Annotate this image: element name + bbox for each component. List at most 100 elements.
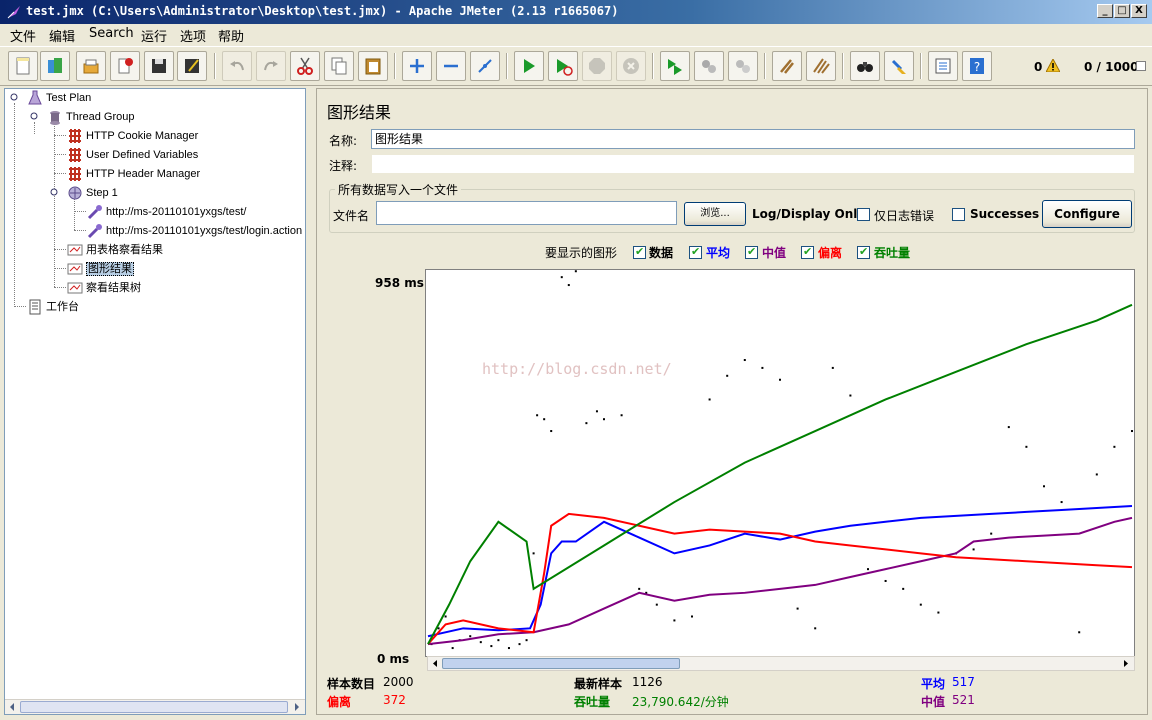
tree-expander-icon[interactable]	[50, 188, 58, 196]
scroll-left-icon[interactable]	[6, 701, 19, 713]
series-median-line	[427, 516, 1133, 646]
scrollbar-thumb[interactable]	[20, 701, 288, 713]
stop-button[interactable]	[582, 51, 612, 81]
menu-run[interactable]: 运行	[141, 26, 167, 45]
running-status-indicator	[1136, 61, 1146, 71]
menu-search[interactable]: Search	[89, 26, 134, 41]
data-point	[585, 422, 588, 425]
errors-only-checkbox[interactable]	[857, 208, 870, 221]
remote-stop-button[interactable]	[694, 51, 724, 81]
browse-button[interactable]: 浏览...	[684, 202, 746, 226]
show-average-label: 平均	[706, 246, 731, 260]
tree-node-workbench[interactable]: 工作台	[27, 298, 79, 316]
sample-count-label: 样本数目	[327, 677, 376, 691]
graphs-to-display-label: 要显示的图形	[545, 246, 618, 260]
data-point	[444, 615, 447, 618]
menu-edit[interactable]: 编辑	[49, 26, 75, 45]
tree-node-test-plan[interactable]: Test Plan	[27, 89, 91, 107]
close-button[interactable]	[110, 51, 140, 81]
collapse-all-button[interactable]	[436, 51, 466, 81]
tree-node-thread-group[interactable]: Thread Group	[47, 108, 134, 126]
tree-node-user-defined-variables[interactable]: User Defined Variables	[67, 146, 198, 164]
tree-connector	[54, 154, 66, 155]
menu-options[interactable]: 选项	[180, 26, 206, 45]
function-helper-button[interactable]	[928, 51, 958, 81]
shutdown-button[interactable]	[616, 51, 646, 81]
data-point	[560, 276, 563, 279]
toolbar: ? 0 0 / 1000	[0, 46, 1152, 86]
templates-button[interactable]	[40, 51, 70, 81]
clear-all-button[interactable]	[806, 51, 836, 81]
pane-splitter[interactable]	[307, 88, 315, 715]
open-button[interactable]	[76, 51, 106, 81]
graph-horizontal-scrollbar[interactable]	[427, 656, 1135, 671]
name-input[interactable]: 图形结果	[371, 129, 1135, 149]
cut-button[interactable]	[290, 51, 320, 81]
menu-file[interactable]: 文件	[10, 26, 36, 45]
scroll-right-icon[interactable]	[290, 701, 303, 713]
scroll-right-icon[interactable]	[1120, 658, 1132, 669]
toggle-icon	[478, 59, 492, 73]
deviation-value: 372	[383, 693, 406, 707]
data-point	[831, 366, 834, 369]
menu-bar: 文件 编辑 Search 运行 选项 帮助	[0, 24, 1152, 45]
data-point	[779, 378, 781, 381]
copy-button[interactable]	[324, 51, 354, 81]
tree-expander-icon[interactable]	[10, 93, 18, 101]
tree-node-view-results-tree[interactable]: 察看结果树	[67, 279, 141, 297]
menu-help[interactable]: 帮助	[218, 26, 244, 45]
configure-button[interactable]: Configure	[1042, 200, 1132, 228]
minimize-button[interactable]: _	[1097, 4, 1113, 18]
show-deviation-checkbox[interactable]	[801, 245, 814, 259]
expand-all-button[interactable]	[402, 51, 432, 81]
save-as-button[interactable]	[177, 51, 207, 81]
tree-node-step-1[interactable]: Step 1	[67, 184, 118, 202]
tree-connector	[54, 268, 66, 269]
toolbar-separator	[652, 53, 654, 79]
median-label: 中值	[921, 695, 946, 709]
start-no-pauses-button[interactable]	[548, 51, 578, 81]
tree-node-sampler-login[interactable]: http://ms-20110101yxgs/test/login.action	[87, 222, 302, 240]
successes-checkbox[interactable]	[952, 208, 965, 221]
filename-label: 文件名	[333, 209, 370, 223]
comment-input[interactable]	[371, 154, 1135, 174]
remote-shutdown-icon	[736, 60, 750, 73]
data-point	[761, 366, 764, 369]
toggle-button[interactable]	[470, 51, 500, 81]
show-data-checkbox[interactable]	[633, 245, 646, 259]
close-window-button[interactable]: X	[1131, 4, 1147, 18]
reset-search-button[interactable]	[884, 51, 914, 81]
paste-button[interactable]	[358, 51, 388, 81]
remote-shutdown-button[interactable]	[728, 51, 758, 81]
graph-canvas: http://blog.csdn.net/	[425, 269, 1135, 657]
tree-node-sampler-test[interactable]: http://ms-20110101yxgs/test/	[87, 203, 246, 221]
undo-button[interactable]	[222, 51, 252, 81]
show-average-checkbox[interactable]	[689, 245, 702, 259]
undo-icon	[230, 61, 244, 71]
remote-start-button[interactable]	[660, 51, 690, 81]
toolbar-separator	[506, 53, 508, 79]
show-throughput-checkbox[interactable]	[857, 245, 870, 259]
new-button[interactable]	[8, 51, 38, 81]
data-point	[902, 587, 905, 590]
scrollbar-thumb[interactable]	[442, 658, 680, 669]
tree-expander-icon[interactable]	[30, 112, 38, 120]
tree-node-header-manager[interactable]: HTTP Header Manager	[67, 165, 200, 183]
clear-button[interactable]	[772, 51, 802, 81]
show-median-checkbox[interactable]	[745, 245, 758, 259]
filename-input[interactable]	[376, 201, 677, 225]
data-point	[595, 410, 598, 413]
tree-node-view-results-table[interactable]: 用表格察看结果	[67, 241, 163, 259]
series-data-points	[430, 270, 1133, 650]
search-button[interactable]	[850, 51, 880, 81]
tree-node-cookie-manager[interactable]: HTTP Cookie Manager	[67, 127, 198, 145]
save-button[interactable]	[144, 51, 174, 81]
redo-button[interactable]	[256, 51, 286, 81]
data-point	[726, 374, 729, 377]
tree-horizontal-scrollbar[interactable]	[5, 699, 305, 714]
maximize-button[interactable]: □	[1114, 4, 1130, 18]
scroll-left-icon[interactable]	[429, 658, 441, 669]
tree-node-graph-results[interactable]: 图形结果	[67, 260, 134, 278]
help-button[interactable]: ?	[962, 51, 992, 81]
start-button[interactable]	[514, 51, 544, 81]
